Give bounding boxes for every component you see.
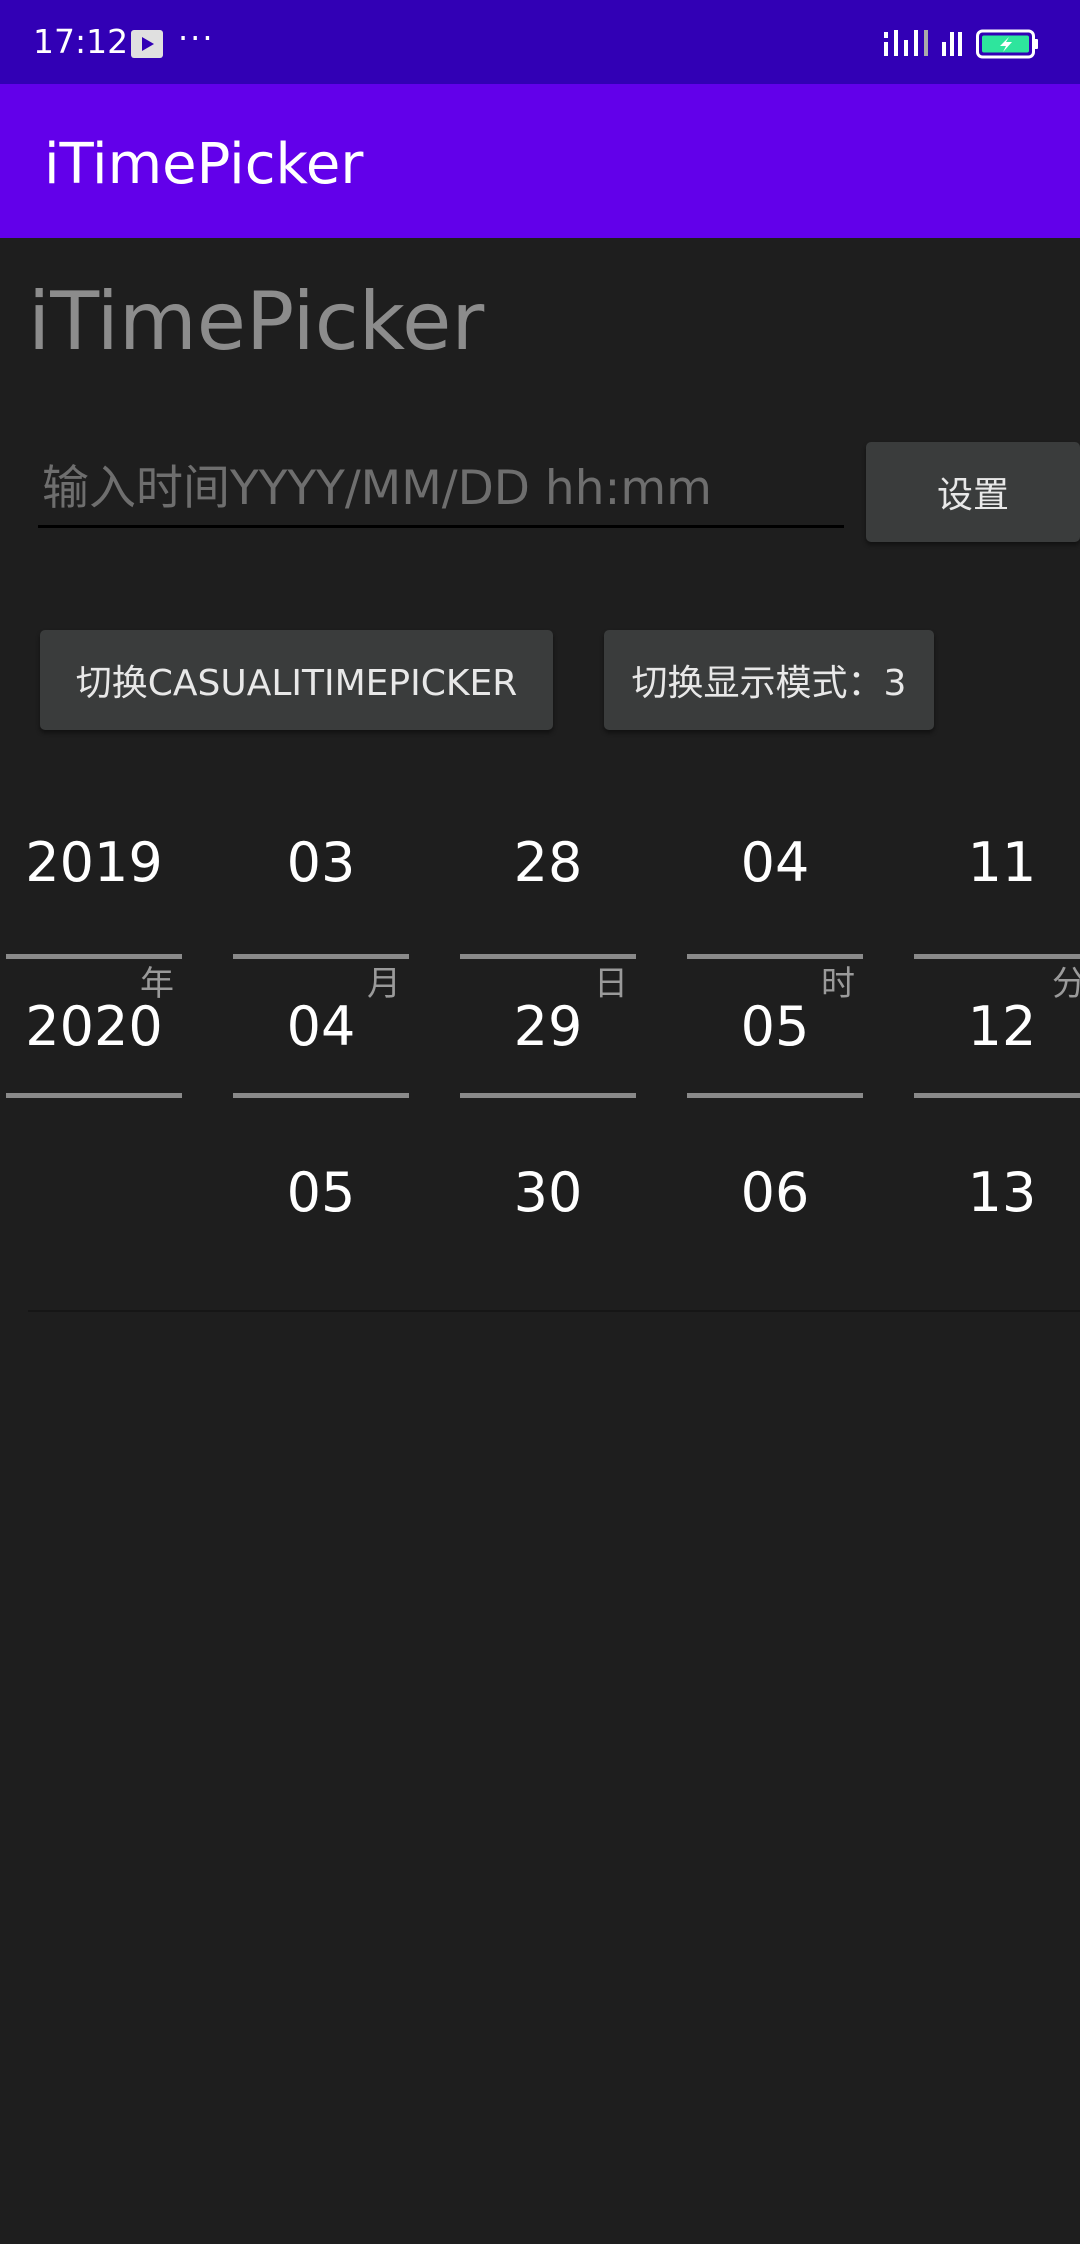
selection-line-top (6, 954, 182, 959)
selection-line-bottom (233, 1093, 409, 1098)
selection-line-bottom (914, 1093, 1080, 1098)
picker-item: 05 (286, 1161, 356, 1224)
picker-item: 11 (967, 831, 1037, 894)
picker-selected-item: 04 (286, 995, 356, 1058)
selection-line-top (687, 954, 863, 959)
battery-charging-icon (976, 29, 1038, 59)
time-input[interactable] (38, 452, 844, 528)
page-title: iTimePicker (28, 275, 485, 368)
picker-item: 30 (513, 1161, 583, 1224)
status-bar: 17:12 ··· (0, 0, 1080, 84)
app-title: iTimePicker (44, 132, 364, 197)
selection-line-bottom (6, 1093, 182, 1098)
picker-selected-item: 12 (967, 995, 1037, 1058)
picker-selected-item: 2020 (25, 995, 163, 1058)
minute-wheel[interactable]: 11 分 12 13 (914, 780, 1080, 1310)
picker-item: 03 (286, 831, 356, 894)
picker-item: 2019 (25, 831, 163, 894)
app-bar: iTimePicker (0, 84, 1080, 238)
picker-item: 13 (967, 1161, 1037, 1224)
month-wheel[interactable]: 03 月 04 05 (233, 780, 409, 1310)
switch-casual-picker-button[interactable]: 切换CASUALITIMEPICKER (40, 630, 553, 730)
signal-2-icon (942, 32, 962, 56)
picker-divider (28, 1310, 1080, 1312)
switch-display-mode-button[interactable]: 切换显示模式：3 (604, 630, 934, 730)
hour-wheel[interactable]: 04 时 05 06 (687, 780, 863, 1310)
picker-item: 06 (740, 1161, 810, 1224)
selection-line-bottom (687, 1093, 863, 1098)
picker-selected-item: 29 (513, 995, 583, 1058)
time-picker[interactable]: 2019 年 2020 03 月 04 05 28 日 29 30 04 时 0… (0, 780, 1080, 1310)
selection-line-top (233, 954, 409, 959)
set-button[interactable]: 设置 (866, 442, 1080, 542)
signal-icon (884, 30, 928, 56)
selection-line-top (914, 954, 1080, 959)
video-icon (131, 30, 163, 58)
picker-item: 04 (740, 831, 810, 894)
selection-line-top (460, 954, 636, 959)
day-wheel[interactable]: 28 日 29 30 (460, 780, 636, 1310)
status-time: 17:12 (33, 22, 129, 61)
picker-item: 28 (513, 831, 583, 894)
selection-line-bottom (460, 1093, 636, 1098)
picker-selected-item: 05 (740, 995, 810, 1058)
picker-item (6, 1158, 182, 1228)
year-wheel[interactable]: 2019 年 2020 (6, 780, 182, 1310)
more-notifications-icon: ··· (178, 19, 215, 57)
